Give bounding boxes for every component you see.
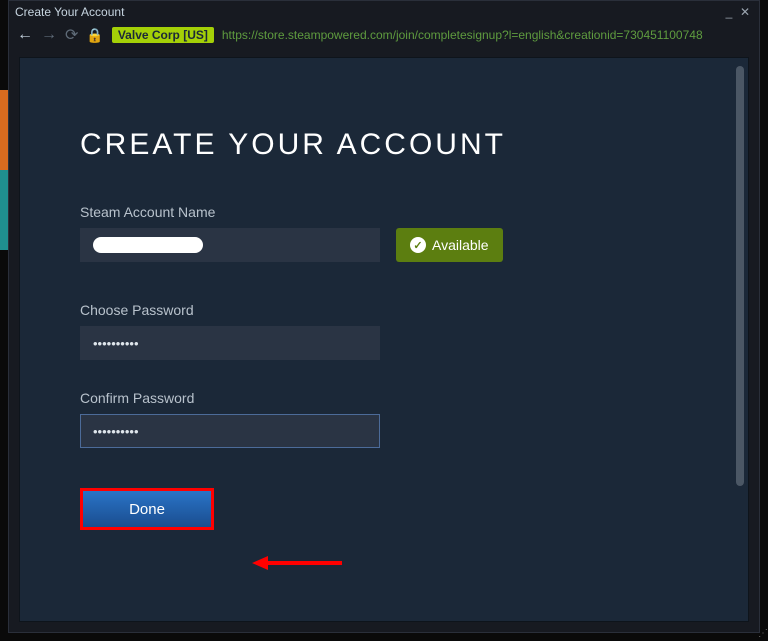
done-button[interactable]: Done (83, 491, 211, 527)
app-window: Create Your Account _ ✕ ← → ⟳ 🔒 Valve Co… (8, 0, 760, 633)
back-icon[interactable]: ← (17, 26, 33, 44)
page-viewport: CREATE YOUR ACCOUNT Steam Account Name ✓… (19, 57, 749, 622)
password-label: Choose Password (80, 302, 640, 318)
ssl-cert-badge[interactable]: Valve Corp [US] (112, 27, 214, 43)
minimize-button[interactable]: _ (721, 5, 737, 19)
lock-icon: 🔒 (86, 27, 103, 44)
account-name-input[interactable] (80, 228, 380, 262)
password-group: Choose Password (80, 302, 640, 360)
close-button[interactable]: ✕ (737, 5, 753, 19)
address-bar: ← → ⟳ 🔒 Valve Corp [US] https://store.st… (9, 23, 759, 51)
resize-grip-icon[interactable]: ⋰ (758, 628, 766, 639)
redacted-value (93, 237, 203, 253)
signup-form: CREATE YOUR ACCOUNT Steam Account Name ✓… (80, 128, 640, 530)
check-icon: ✓ (410, 237, 426, 253)
url-text[interactable]: https://store.steampowered.com/join/comp… (222, 28, 751, 42)
forward-icon[interactable]: → (41, 26, 57, 44)
account-name-label: Steam Account Name (80, 204, 640, 220)
confirm-password-group: Confirm Password (80, 390, 640, 448)
availability-text: Available (432, 237, 489, 253)
window-title: Create Your Account (15, 5, 124, 19)
reload-icon[interactable]: ⟳ (65, 25, 78, 45)
confirm-password-input[interactable] (80, 414, 380, 448)
account-name-group: Steam Account Name ✓ Available (80, 204, 640, 262)
annotation-arrow-icon (252, 553, 342, 573)
titlebar: Create Your Account _ ✕ (9, 1, 759, 23)
done-highlight: Done (80, 488, 214, 530)
scrollbar-thumb[interactable] (736, 66, 744, 486)
left-accent-strip (0, 90, 8, 250)
availability-badge: ✓ Available (396, 228, 503, 262)
page-title: CREATE YOUR ACCOUNT (80, 128, 640, 162)
password-input[interactable] (80, 326, 380, 360)
confirm-password-label: Confirm Password (80, 390, 640, 406)
